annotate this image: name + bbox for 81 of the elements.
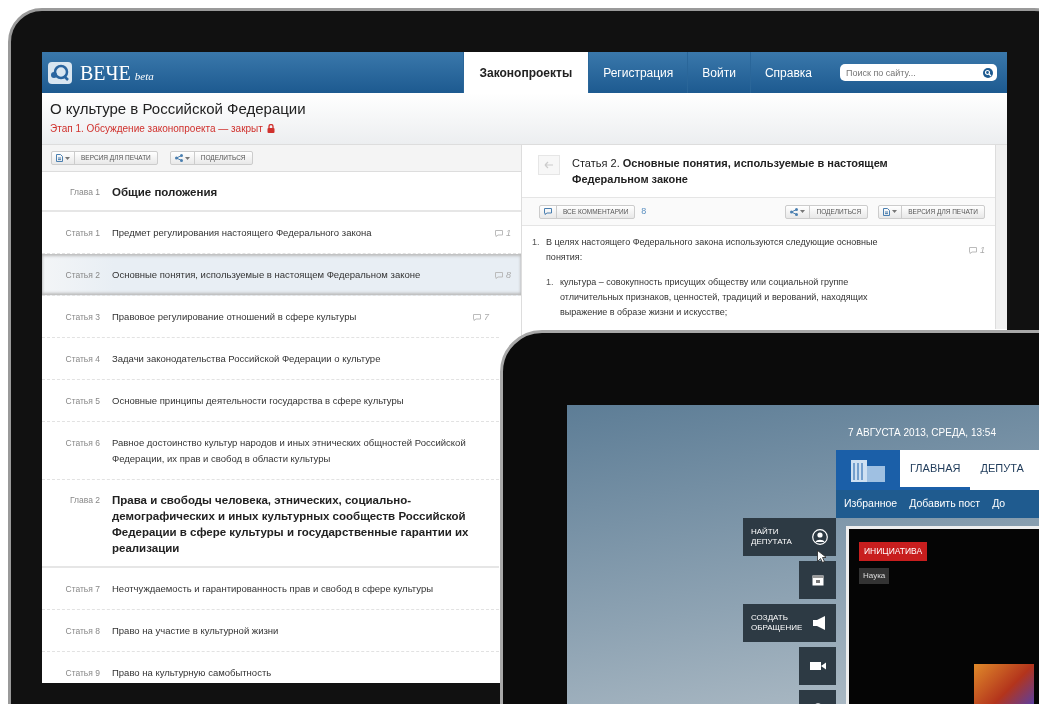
- comment-count: 8: [506, 269, 511, 282]
- comment-icon: [473, 313, 481, 321]
- speech-bubbles-logo-icon: [48, 61, 72, 84]
- logo-suffix: beta: [134, 69, 154, 85]
- toc-row[interactable]: Статья 2 Основные понятия, используемые в настоящем Федеральном законе 8: [42, 254, 521, 296]
- comment-icon: [495, 229, 503, 237]
- stage-status: Этап 1. Обсуждение законопроекта — закрыт: [50, 122, 263, 136]
- paragraph-text: В целях настоящего Федерального закона используются следующие основные понятия:: [546, 236, 879, 264]
- toc-row[interactable]: Статья 9 Право на культурную самобытность: [42, 652, 499, 683]
- subnav-link[interactable]: До: [992, 496, 1006, 512]
- nav-tab[interactable]: ДЕПУТА: [970, 450, 1034, 490]
- toc-number: Статья 7: [64, 583, 101, 596]
- share-icon: [174, 154, 183, 162]
- list-number: 1.: [546, 276, 555, 289]
- category-tag: Наука: [859, 568, 890, 584]
- toc-title: Задачи законодательства Российской Федерации о культуре: [112, 352, 382, 366]
- comment-icon: [544, 208, 552, 215]
- paragraph-text: культура – совокупность присущих обществу или социальной группе отличительных признаков, ценностей, традиций и верований, находящих выражение в образе жизни и искусстве;: [560, 276, 869, 319]
- search-field[interactable]: Поиск по сайту...: [840, 64, 997, 81]
- toc-number: Глава 1: [68, 186, 101, 199]
- toc-title: Равное достоинство культур народов и иных этнических общностей Российской Федерации, их прав и свобод в области культуры: [112, 436, 467, 466]
- comment-count: 1: [506, 227, 511, 240]
- toc-row[interactable]: Глава 2 Права и свободы человека, этнических, социально-демографических и иных культурных сообществ Российской Федерации в сфере культуры и государственные гарантии их реализации: [42, 480, 499, 568]
- toc-title: Общие положения: [112, 185, 219, 200]
- toc-number: Глава 2: [68, 494, 101, 507]
- toc-number: Статья 4: [64, 353, 101, 366]
- toc-number: Статья 2: [64, 269, 101, 282]
- person-icon: [812, 529, 828, 545]
- document-icon: [883, 207, 891, 216]
- toc-title: Основные понятия, используемые в настоящем Федеральном законе: [112, 268, 422, 282]
- toc-title: Право на участие в культурной жизни: [112, 624, 280, 638]
- toc-title: Право на культурную самобытность: [112, 666, 273, 680]
- page-title: О культуре в Российской Федерации: [50, 100, 307, 118]
- article-title: Статья 2. Основные понятия, используемые в настоящем Федеральном законе: [572, 156, 889, 187]
- subnav-link[interactable]: Добавить пост: [909, 496, 981, 512]
- toc-number: Статья 3: [64, 311, 101, 324]
- toc-number: Статья 6: [64, 437, 101, 450]
- toc-row[interactable]: Статья 6 Равное достоинство культур народов и иных этнических общностей Российской Федерации, их прав и свобод в области культуры: [42, 422, 499, 480]
- side-button[interactable]: СОЗДАТЬ ОБРАЩЕНИЕ: [743, 604, 836, 642]
- image-placeholder: [974, 664, 1034, 704]
- cursor-icon: [817, 550, 826, 563]
- caret-icon: [892, 210, 898, 213]
- calendar-icon: [811, 574, 824, 586]
- comment-icon: [969, 246, 977, 254]
- list-number: 1.: [532, 236, 541, 249]
- caret-icon: [184, 156, 190, 160]
- toc-title: Права и свободы человека, этнических, социально-демографических и иных культурных сообществ Российской Федерации в сфере культуры и государственные гарантии их реализации: [112, 493, 470, 556]
- toc-row[interactable]: Статья 8 Право на участие в культурной жизни: [42, 610, 499, 652]
- toc-row[interactable]: Статья 5 Основные принципы деятельности государства в сфере культуры: [42, 380, 499, 422]
- building-logo-icon: [851, 458, 885, 482]
- comment-count: 8: [641, 204, 647, 218]
- share-icon: [790, 207, 799, 216]
- video-camera-icon: [809, 660, 826, 672]
- toc-title: Основные принципы деятельности государства в сфере культуры: [112, 394, 405, 408]
- side-button[interactable]: [799, 647, 836, 685]
- side-button[interactable]: НАЙТИ ДЕПУТАТА: [743, 518, 836, 556]
- document-icon: [56, 154, 63, 162]
- toc-number: Статья 9: [64, 667, 101, 680]
- toc-title: Предмет регулирования настоящего Федерального закона: [112, 226, 373, 240]
- scrollbar[interactable]: [995, 145, 1007, 329]
- date-text: 7 АВГУСТА 2013, СРЕДА, 13:54: [847, 426, 997, 440]
- toc-title: Правовое регулирование отношений в сфере культуры: [112, 310, 358, 324]
- toc-row[interactable]: Статья 3 Правовое регулирование отношений в сфере культуры 7: [42, 296, 499, 338]
- subnav-link[interactable]: Избранное: [844, 496, 898, 512]
- toc-number: Статья 8: [64, 625, 101, 638]
- toc-number: Статья 5: [64, 395, 101, 408]
- megaphone-icon: [812, 615, 828, 631]
- caret-icon: [65, 156, 70, 160]
- toc-number: Статья 1: [64, 227, 101, 240]
- toc-row[interactable]: Статья 4 Задачи законодательства Российской Федерации о культуре: [42, 338, 499, 380]
- toc-row[interactable]: Статья 7 Неотчуждаемость и гарантированность прав и свобод в сфере культуры: [42, 568, 499, 610]
- side-button[interactable]: [799, 561, 836, 599]
- caret-icon: [800, 210, 806, 213]
- comment-count: 1: [980, 243, 985, 257]
- category-tag: ИНИЦИАТИВА: [859, 542, 928, 561]
- toc-row[interactable]: Глава 1 Общие положения: [42, 172, 521, 212]
- comment-icon: [495, 271, 503, 279]
- nav-tab[interactable]: Законопроекты: [462, 52, 589, 93]
- toc-title: Неотчуждаемость и гарантированность прав и свобод в сфере культуры: [112, 582, 435, 596]
- comment-count: 7: [484, 311, 489, 324]
- logo-text: ВЕЧЕ: [80, 60, 131, 86]
